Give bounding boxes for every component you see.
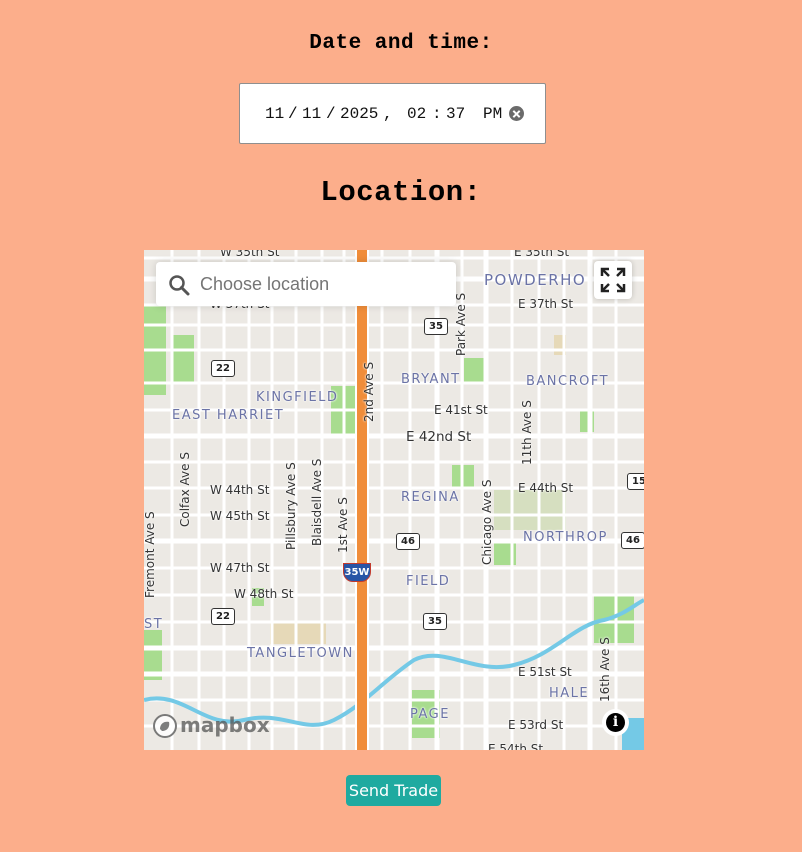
clear-icon[interactable] bbox=[509, 106, 524, 121]
search-icon bbox=[169, 275, 190, 296]
date-separator: / bbox=[288, 105, 298, 123]
neighborhood-label: POWDERHO bbox=[484, 271, 587, 289]
mapbox-logo-text: mapbox bbox=[180, 713, 270, 737]
street-label: E 41st St bbox=[434, 403, 488, 417]
route-shield: 15 bbox=[627, 473, 644, 490]
street-label: Blaisdell Ave S bbox=[310, 458, 324, 546]
street-label: E 54th St bbox=[488, 742, 544, 750]
neighborhood-label: FIELD bbox=[406, 574, 451, 589]
fullscreen-icon bbox=[600, 267, 626, 293]
route-shield: 22 bbox=[211, 360, 235, 377]
neighborhood-label: BRYANT bbox=[401, 372, 461, 387]
search-input-placeholder[interactable]: Choose location bbox=[200, 274, 329, 295]
route-shield: 22 bbox=[211, 608, 235, 625]
neighborhood-label: TANGLETOWN bbox=[247, 646, 354, 661]
minute-field[interactable]: 37 bbox=[446, 105, 465, 123]
street-label: Colfax Ave S bbox=[178, 452, 192, 527]
neighborhood-label: ST bbox=[144, 617, 164, 632]
street-label: 2nd Ave S bbox=[362, 361, 376, 422]
street-label: W 48th St bbox=[234, 587, 294, 601]
date-time-heading: Date and time: bbox=[309, 32, 493, 55]
street-label: Fremont Ave S bbox=[144, 511, 157, 598]
neighborhood-label: EAST HARRIET bbox=[172, 408, 285, 423]
neighborhood-label: BANCROFT bbox=[526, 374, 610, 389]
route-shield: 35 bbox=[423, 613, 447, 630]
street-label: Chicago Ave S bbox=[480, 479, 494, 565]
street-label: W 44th St bbox=[210, 483, 270, 497]
location-search-box[interactable]: Choose location bbox=[156, 262, 456, 306]
neighborhood-label: PAGE bbox=[410, 707, 450, 722]
route-shield: 46 bbox=[621, 532, 644, 549]
route-shield: 35 bbox=[424, 318, 448, 335]
date-time-separator: , bbox=[383, 105, 393, 123]
day-field[interactable]: 11 bbox=[302, 105, 321, 123]
street-label: E 35th St bbox=[514, 250, 570, 259]
ampm-field[interactable]: PM bbox=[483, 105, 502, 123]
street-label: 1st Ave S bbox=[336, 497, 350, 553]
street-label: W 47th St bbox=[210, 561, 270, 575]
attribution-button[interactable]: i bbox=[602, 709, 629, 736]
neighborhood-label: NORTHROP bbox=[523, 530, 608, 545]
date-separator: / bbox=[326, 105, 336, 123]
street-label: E 37th St bbox=[518, 297, 574, 311]
month-field[interactable]: 11 bbox=[265, 105, 284, 123]
street-label: Pillsbury Ave S bbox=[284, 462, 298, 550]
map[interactable]: W 35th St W 37th St E 35th St E 37th St … bbox=[144, 250, 644, 750]
mapbox-logo-icon bbox=[153, 714, 177, 738]
location-heading: Location: bbox=[320, 176, 482, 209]
interstate-shield: 35W bbox=[343, 563, 371, 582]
street-label: 16th Ave S bbox=[598, 637, 612, 702]
street-label: E 53rd St bbox=[508, 718, 564, 732]
info-icon: i bbox=[606, 713, 625, 732]
datetime-input[interactable]: 11 / 11 / 2025 , 02 : 37 PM bbox=[239, 83, 546, 144]
hour-field[interactable]: 02 bbox=[407, 105, 426, 123]
neighborhood-label: REGINA bbox=[401, 490, 460, 505]
street-label: Park Ave S bbox=[454, 292, 468, 356]
year-field[interactable]: 2025 bbox=[340, 105, 378, 123]
street-label: E 51st St bbox=[518, 665, 572, 679]
street-label: W 35th St bbox=[220, 250, 280, 259]
neighborhood-label: KINGFIELD bbox=[256, 390, 339, 405]
street-label: E 44th St bbox=[518, 481, 574, 495]
fullscreen-button[interactable] bbox=[594, 261, 632, 299]
send-trade-button[interactable]: Send Trade bbox=[346, 775, 441, 806]
route-shield: 46 bbox=[396, 533, 420, 550]
street-label: E 42nd St bbox=[406, 429, 472, 445]
street-label: W 45th St bbox=[210, 509, 270, 523]
neighborhood-label: HALE bbox=[549, 686, 590, 701]
time-separator: : bbox=[432, 105, 442, 123]
street-label: 11th Ave S bbox=[520, 400, 534, 465]
